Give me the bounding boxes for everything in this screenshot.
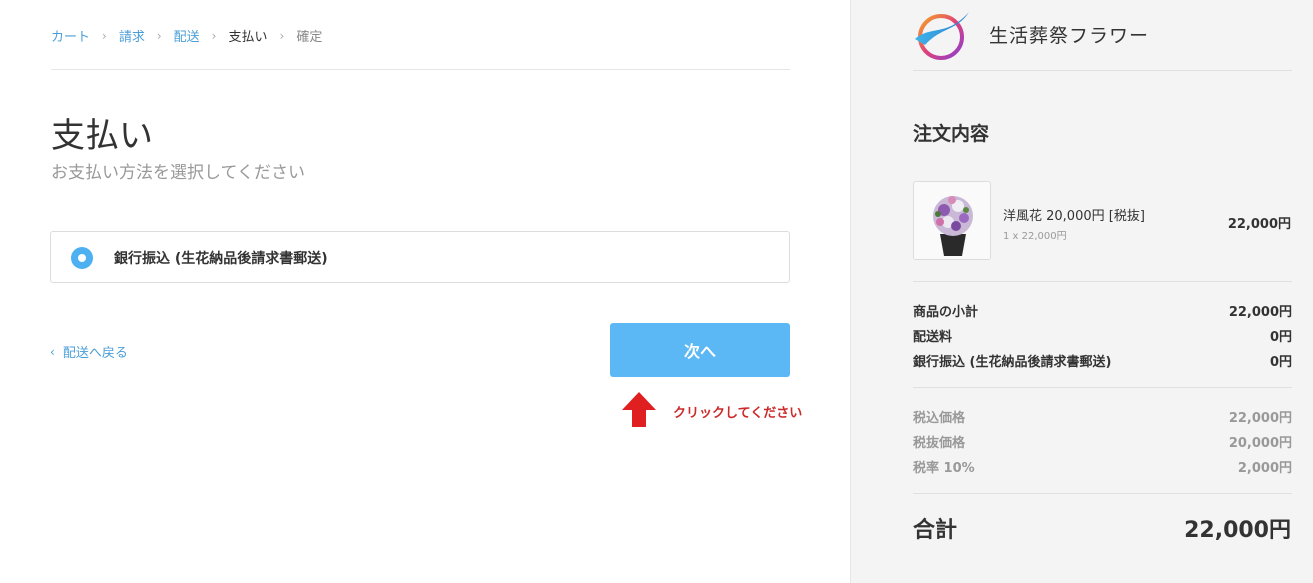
breadcrumb-payment: 支払い	[228, 30, 268, 45]
divider	[913, 387, 1292, 388]
summary-row-payment-fee: 銀行振込 (生花納品後請求書郵送) 0円	[913, 351, 1292, 370]
summary-label: 配送料	[913, 330, 953, 345]
tax-value: 2,000円	[1237, 461, 1292, 476]
product-price: 22,000円	[1227, 217, 1291, 232]
tax-label: 税込価格	[913, 411, 966, 426]
product-image	[913, 181, 991, 260]
tax-label: 税抜価格	[913, 436, 966, 451]
tax-label: 税率 10%	[913, 461, 975, 476]
divider	[913, 70, 1292, 71]
page-subtitle: お支払い方法を選択してください	[51, 163, 305, 183]
next-button[interactable]: 次へ	[610, 323, 790, 377]
summary-value: 0円	[1269, 355, 1292, 370]
breadcrumb-billing[interactable]: 請求	[119, 26, 145, 45]
total-label: 合計	[913, 518, 958, 543]
breadcrumb-cart[interactable]: カート	[51, 26, 90, 45]
breadcrumb-separator: ›	[211, 28, 217, 43]
order-summary-title: 注文内容	[913, 123, 990, 145]
product-quantity: 1 x 22,000円	[1003, 231, 1067, 242]
tax-row-rate: 税率 10% 2,000円	[913, 457, 1292, 476]
summary-label: 銀行振込 (生花納品後請求書郵送)	[913, 355, 1112, 370]
divider	[51, 69, 790, 70]
breadcrumb-shipping[interactable]: 配送	[174, 26, 200, 45]
summary-label: 商品の小計	[913, 305, 979, 320]
summary-row-subtotal: 商品の小計 22,000円	[913, 301, 1292, 320]
breadcrumb-separator: ›	[102, 28, 107, 43]
shop-name: 生活葬祭フラワー	[989, 25, 1150, 47]
flower-product-image	[914, 182, 990, 259]
breadcrumb-separator: ›	[156, 28, 162, 43]
divider	[913, 281, 1292, 282]
summary-row-shipping: 配送料 0円	[913, 326, 1292, 345]
radio-selected-icon[interactable]	[71, 247, 93, 269]
summary-value: 0円	[1269, 330, 1292, 345]
tax-value: 20,000円	[1228, 436, 1292, 451]
breadcrumb: カート › 請求 › 配送 › 支払い › 確定	[51, 26, 323, 46]
payment-option-bank-transfer[interactable]: 銀行振込 (生花納品後請求書郵送)	[50, 231, 790, 283]
total-value: 22,000円	[1184, 518, 1291, 543]
checkout-main: カート › 請求 › 配送 › 支払い › 確定 支払い お支払い方法を選択して…	[0, 0, 850, 583]
summary-value: 22,000円	[1228, 305, 1292, 320]
click-hint-text: クリックしてください	[673, 406, 803, 421]
breadcrumb-confirm: 確定	[296, 30, 323, 45]
product-name: 洋風花 20,000円 [税抜]	[1003, 209, 1145, 224]
logo-icon	[915, 12, 969, 60]
arrow-up-icon	[622, 392, 656, 427]
back-to-shipping-link[interactable]: ‹ 配送へ戻る	[50, 342, 128, 362]
page-title: 支払い	[51, 116, 153, 156]
breadcrumb-separator: ›	[279, 28, 285, 43]
chevron-left-icon: ‹	[50, 344, 55, 359]
tax-value: 22,000円	[1228, 411, 1292, 426]
back-link-label: 配送へ戻る	[62, 346, 128, 361]
order-summary-sidebar: 生活葬祭フラワー 注文内容 洋風花 20,000円 [税抜] 1 x 22,00…	[850, 0, 1313, 583]
divider	[913, 493, 1292, 494]
payment-option-label: 銀行振込 (生花納品後請求書郵送)	[114, 251, 328, 267]
tax-row-excl: 税抜価格 20,000円	[913, 432, 1292, 451]
tax-row-incl: 税込価格 22,000円	[913, 407, 1292, 426]
